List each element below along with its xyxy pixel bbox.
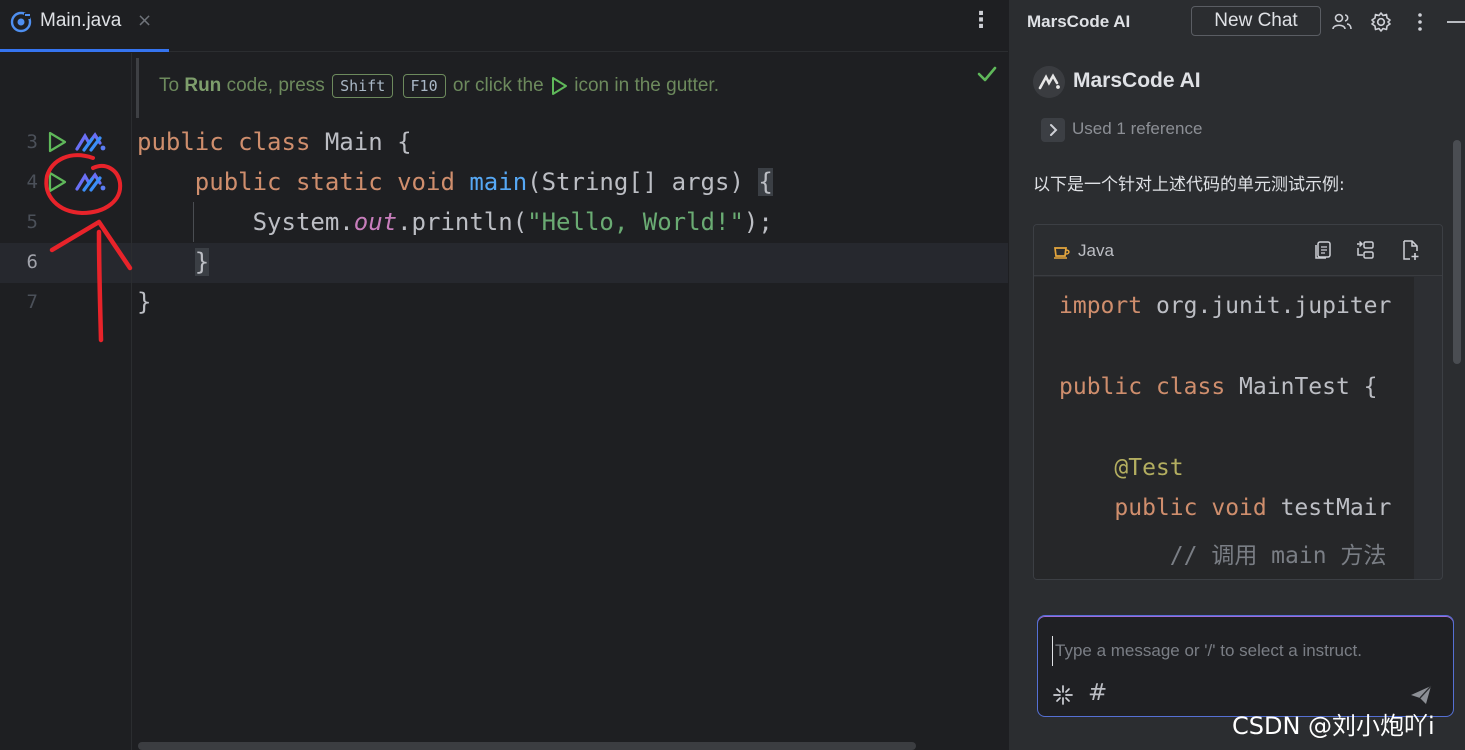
java-cup-icon <box>1054 247 1070 259</box>
run-hint: To Run code, press Shift F10 or click th… <box>136 58 776 118</box>
chat-input[interactable] <box>1052 636 1442 666</box>
code-editor[interactable]: Main.java × ⋮ 3 4 5 6 7 To Run code, pre… <box>0 0 1008 750</box>
more-icon[interactable] <box>1409 11 1431 33</box>
chat-input-box: # <box>1037 615 1454 717</box>
run-gutter-icon[interactable] <box>46 170 68 194</box>
gear-icon[interactable] <box>1370 11 1392 33</box>
code-line-6[interactable]: } <box>137 248 210 276</box>
more-options-icon[interactable]: ⋮ <box>970 8 992 33</box>
code-block-line: // 调用 main 方法 <box>1169 543 1387 569</box>
run-gutter-icon[interactable] <box>46 130 68 154</box>
f10-key-badge: F10 <box>402 74 446 98</box>
watermark-text: CSDN @刘小炮吖i <box>1232 712 1435 740</box>
run-hint-text: To Run code, press Shift F10 or click th… <box>159 74 719 98</box>
insert-code-icon[interactable] <box>1354 239 1376 261</box>
new-chat-button[interactable]: New Chat <box>1191 6 1321 36</box>
code-language-label: Java <box>1078 241 1114 260</box>
sparkle-icon[interactable] <box>1052 684 1074 706</box>
code-block-line: @Test <box>1114 455 1184 481</box>
horizontal-scrollbar[interactable] <box>138 742 916 750</box>
people-icon[interactable] <box>1331 11 1353 33</box>
marscode-gutter-icon[interactable] <box>74 171 108 193</box>
minimize-icon[interactable] <box>1445 11 1465 33</box>
line-number: 5 <box>26 211 38 233</box>
new-file-icon[interactable] <box>1399 239 1421 261</box>
tab-main-java[interactable]: Main.java × <box>0 0 169 52</box>
tab-label: Main.java <box>40 10 122 31</box>
reference-label: Used 1 reference <box>1072 119 1203 138</box>
code-line-4[interactable]: public static void main(String[] args) { <box>137 168 773 196</box>
code-line-5[interactable]: System.out.println("Hello, World!"); <box>137 208 773 236</box>
play-icon <box>551 77 567 95</box>
line-number: 6 <box>26 251 38 273</box>
marscode-logo-icon <box>1033 66 1065 98</box>
marscode-gutter-icon[interactable] <box>74 131 108 153</box>
code-line-7[interactable]: } <box>137 288 151 316</box>
panel-title: MarsCode AI <box>1027 12 1131 31</box>
shift-key-badge: Shift <box>332 74 394 98</box>
code-line-3[interactable]: public class Main { <box>137 128 412 156</box>
chevron-right-icon <box>1041 118 1065 142</box>
code-block-line: public class MainTest { <box>1059 374 1378 400</box>
hash-icon[interactable]: # <box>1088 680 1107 706</box>
answer-text: 以下是一个针对上述代码的单元测试示例: <box>1033 175 1345 195</box>
marscode-ai-panel: MarsCode AI New Chat MarsCode AI Used 1 … <box>1009 0 1465 750</box>
code-block: Java import org.junit.jupiter public cla… <box>1033 224 1443 580</box>
code-block-line: import org.junit.jupiter <box>1059 293 1392 319</box>
message-author: MarsCode AI <box>1073 69 1201 92</box>
code-block-header: Java <box>1034 225 1442 276</box>
code-block-content[interactable]: import org.junit.jupiter public class Ma… <box>1034 277 1414 579</box>
check-icon <box>977 66 997 82</box>
line-number: 7 <box>26 291 38 313</box>
editor-tab-bar: Main.java × ⋮ <box>0 0 1008 52</box>
copy-icon[interactable] <box>1312 239 1334 261</box>
close-icon[interactable]: × <box>137 10 152 31</box>
code-block-line: public void testMair <box>1114 495 1392 521</box>
send-icon[interactable] <box>1409 684 1433 706</box>
line-number: 4 <box>26 171 38 193</box>
editor-gutter <box>0 53 132 750</box>
line-number: 3 <box>26 131 38 153</box>
java-file-icon <box>10 11 32 33</box>
panel-scrollbar[interactable] <box>1453 140 1461 364</box>
panel-header: MarsCode AI New Chat <box>1009 0 1465 44</box>
